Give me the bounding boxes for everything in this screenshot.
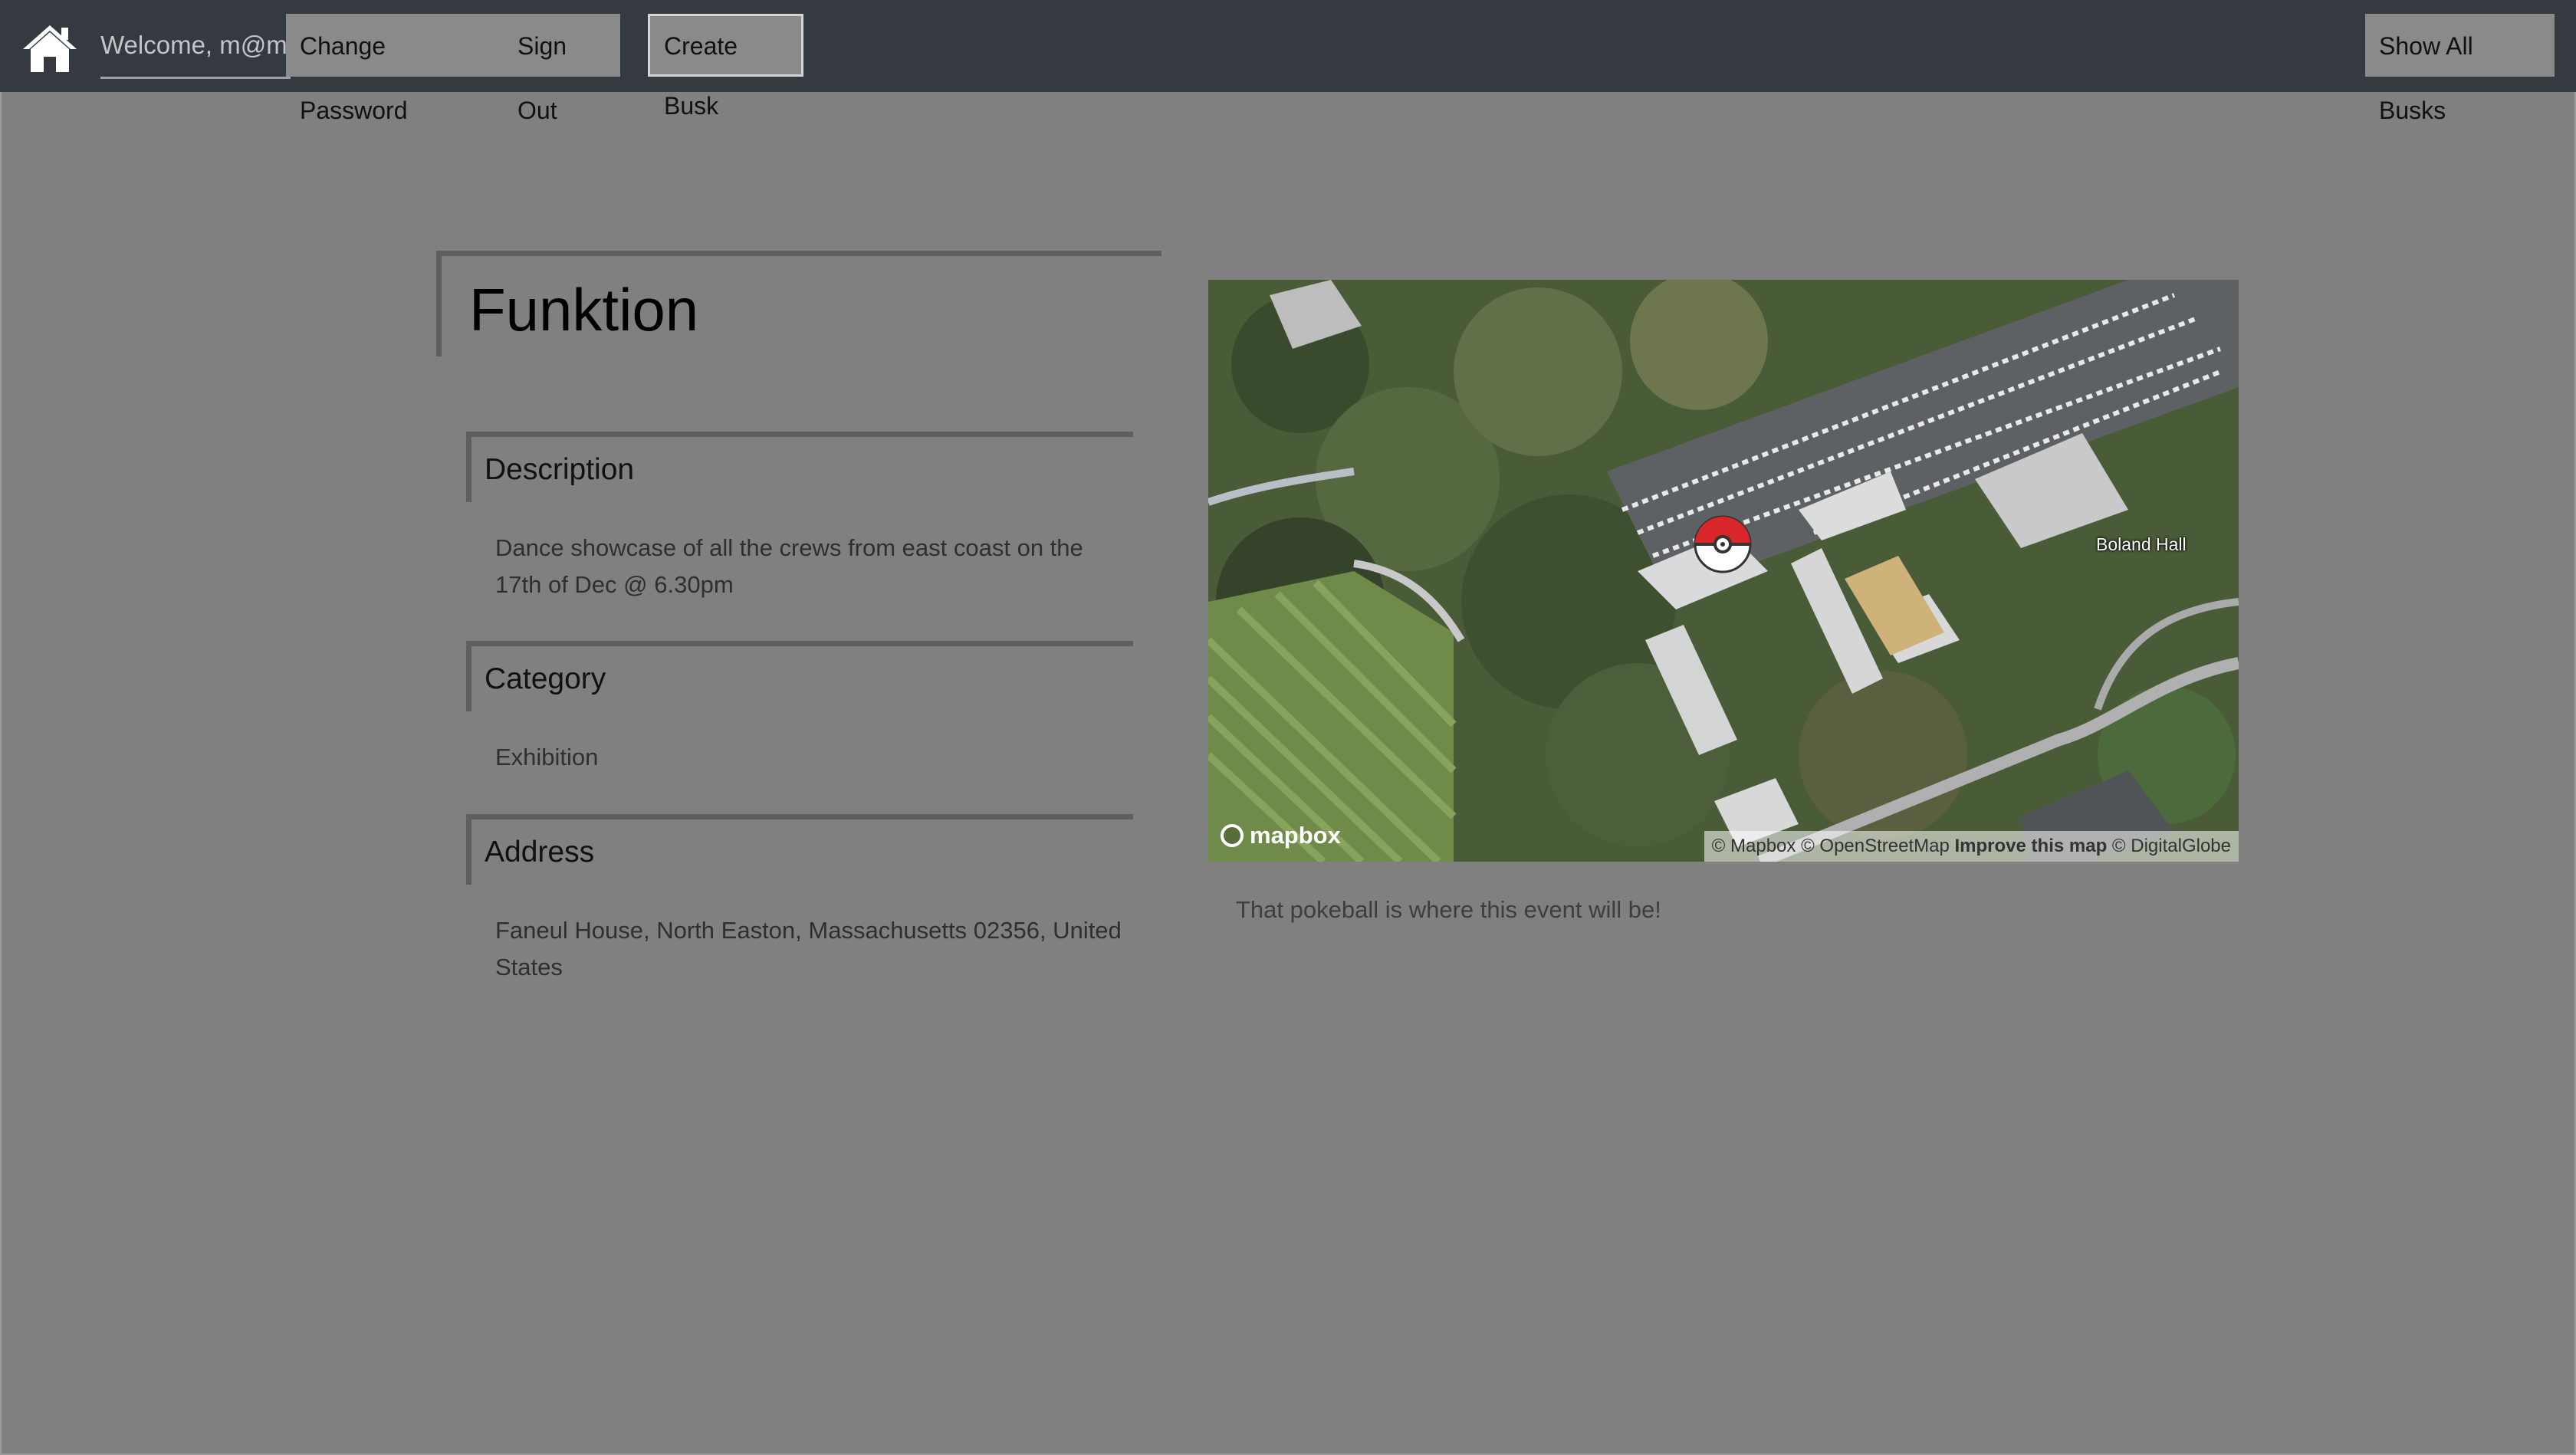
show-all-busks-button[interactable]: Show All Busks bbox=[2365, 14, 2555, 124]
pokeball-pin-icon[interactable] bbox=[1693, 514, 1753, 574]
attribution-osm-link[interactable]: © OpenStreetMap bbox=[1801, 836, 1950, 856]
event-title: Funktion bbox=[469, 276, 699, 343]
map-caption: That pokeball is where this event will b… bbox=[1236, 896, 1661, 923]
mapbox-ring-icon bbox=[1221, 824, 1244, 847]
description-text: Dance showcase of all the crews from eas… bbox=[495, 534, 1083, 598]
category-heading: Category bbox=[485, 662, 606, 695]
create-busk-button[interactable]: Create Busk bbox=[648, 14, 803, 120]
attribution-digitalglobe-link[interactable]: © DigitalGlobe bbox=[2112, 836, 2231, 856]
satellite-map[interactable]: Boland Hall mapbox © Mapbox © OpenStreet… bbox=[1208, 280, 2239, 862]
top-navbar: Welcome, m@m Change Password Sign Out Cr… bbox=[0, 0, 2576, 124]
attribution-mapbox-link[interactable]: © Mapbox bbox=[1712, 836, 1796, 856]
home-icon[interactable] bbox=[21, 23, 78, 74]
improve-map-link[interactable]: Improve this map bbox=[1955, 836, 2108, 856]
category-text: Exhibition bbox=[495, 744, 599, 770]
description-heading: Description bbox=[485, 453, 635, 486]
sign-out-button[interactable]: Sign Out bbox=[504, 14, 620, 124]
address-heading: Address bbox=[485, 836, 595, 869]
mapbox-logo-text: mapbox bbox=[1250, 822, 1341, 849]
mapbox-logo-icon[interactable]: mapbox bbox=[1221, 822, 1341, 849]
map-attribution: © Mapbox © OpenStreetMap Improve this ma… bbox=[1704, 831, 2239, 862]
welcome-text: Welcome, m@m bbox=[100, 12, 291, 79]
address-text: Faneul House, North Easton, Massachusett… bbox=[495, 917, 1122, 980]
poi-label: Boland Hall bbox=[2096, 534, 2187, 554]
change-password-button[interactable]: Change Password bbox=[286, 14, 504, 124]
